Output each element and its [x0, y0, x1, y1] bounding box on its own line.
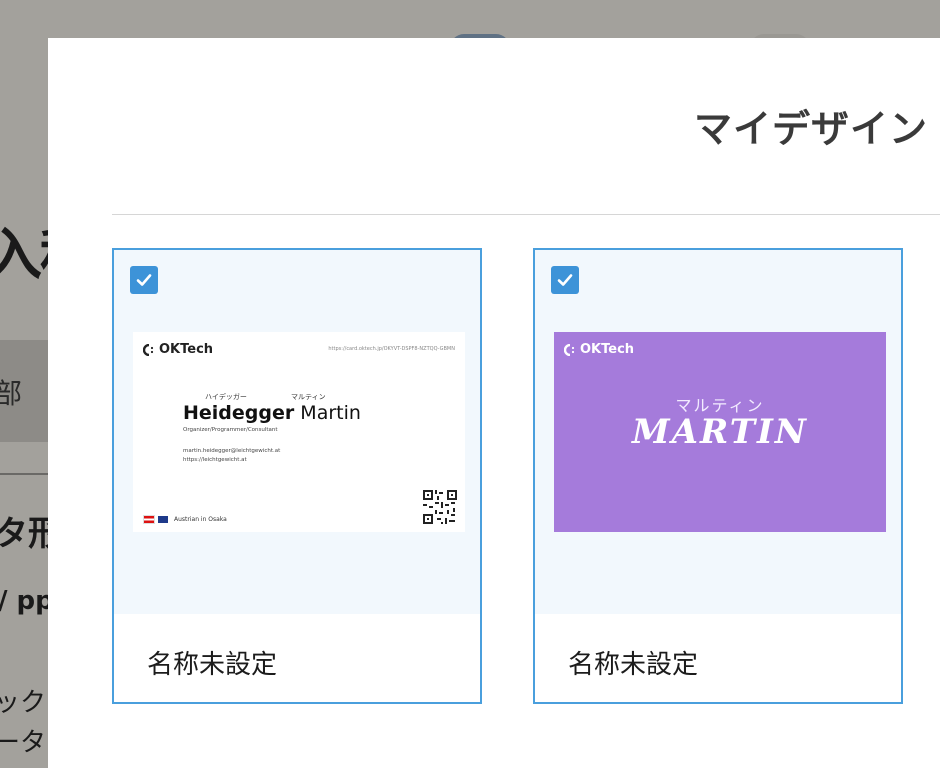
card-person-name: Heidegger Martin — [183, 402, 361, 424]
card-email: martin.heidegger@leichtgewicht.at — [183, 448, 281, 454]
oktech-logo: OKTech — [143, 342, 213, 357]
checkmark-icon — [136, 274, 152, 286]
design-card[interactable]: OKTech https://card.oktech.jp/OKYVT-DSPF… — [112, 248, 482, 704]
kana-first-name: マルティン — [291, 393, 326, 401]
design-name: 名称未設定 — [568, 650, 699, 680]
card-website: https://leichtgewicht.at — [183, 457, 247, 463]
oktech-logo-icon — [143, 343, 154, 356]
my-designs-modal: マイデザイン OKTech https://card.oktech.jp/OKY… — [48, 38, 940, 768]
card-person-name: MARTIN — [632, 412, 808, 452]
background-tab-label: 部 — [0, 377, 23, 410]
design-name: 名称未設定 — [147, 650, 278, 680]
business-card-thumbnail: OKTech マルティン MARTIN — [554, 332, 886, 532]
checkmark-icon — [557, 274, 573, 286]
austria-flag-icon — [143, 515, 155, 524]
business-card-thumbnail: OKTech https://card.oktech.jp/OKYVT-DSPF… — [133, 332, 465, 532]
card-role: Organizer/Programmer/Consultant — [183, 427, 278, 433]
modal-title: マイデザイン — [694, 107, 929, 151]
design-select-checkbox[interactable] — [130, 266, 158, 294]
oktech-logo-icon — [564, 343, 575, 356]
kana-last-name: ハイデッガー — [205, 393, 247, 401]
modal-divider — [112, 214, 940, 215]
background-file-types: / pp — [0, 586, 54, 616]
background-text-line: ータ — [0, 728, 47, 758]
eu-flag-icon — [158, 516, 168, 523]
design-card[interactable]: OKTech マルティン MARTIN 名称未設定 — [533, 248, 903, 704]
qr-code-icon — [423, 490, 457, 524]
design-card-preview-area: OKTech https://card.oktech.jp/OKYVT-DSPF… — [114, 250, 480, 614]
background-divider — [0, 473, 48, 475]
design-card-preview-area: OKTech マルティン MARTIN — [535, 250, 901, 614]
background-text-line: ック — [0, 688, 47, 718]
card-url: https://card.oktech.jp/OKYVT-DSPF8-NZTQQ… — [328, 346, 455, 352]
design-select-checkbox[interactable] — [551, 266, 579, 294]
card-location: Austrian in Osaka — [143, 515, 227, 524]
background-tab: 部 — [0, 340, 48, 442]
oktech-logo: OKTech — [564, 342, 634, 357]
